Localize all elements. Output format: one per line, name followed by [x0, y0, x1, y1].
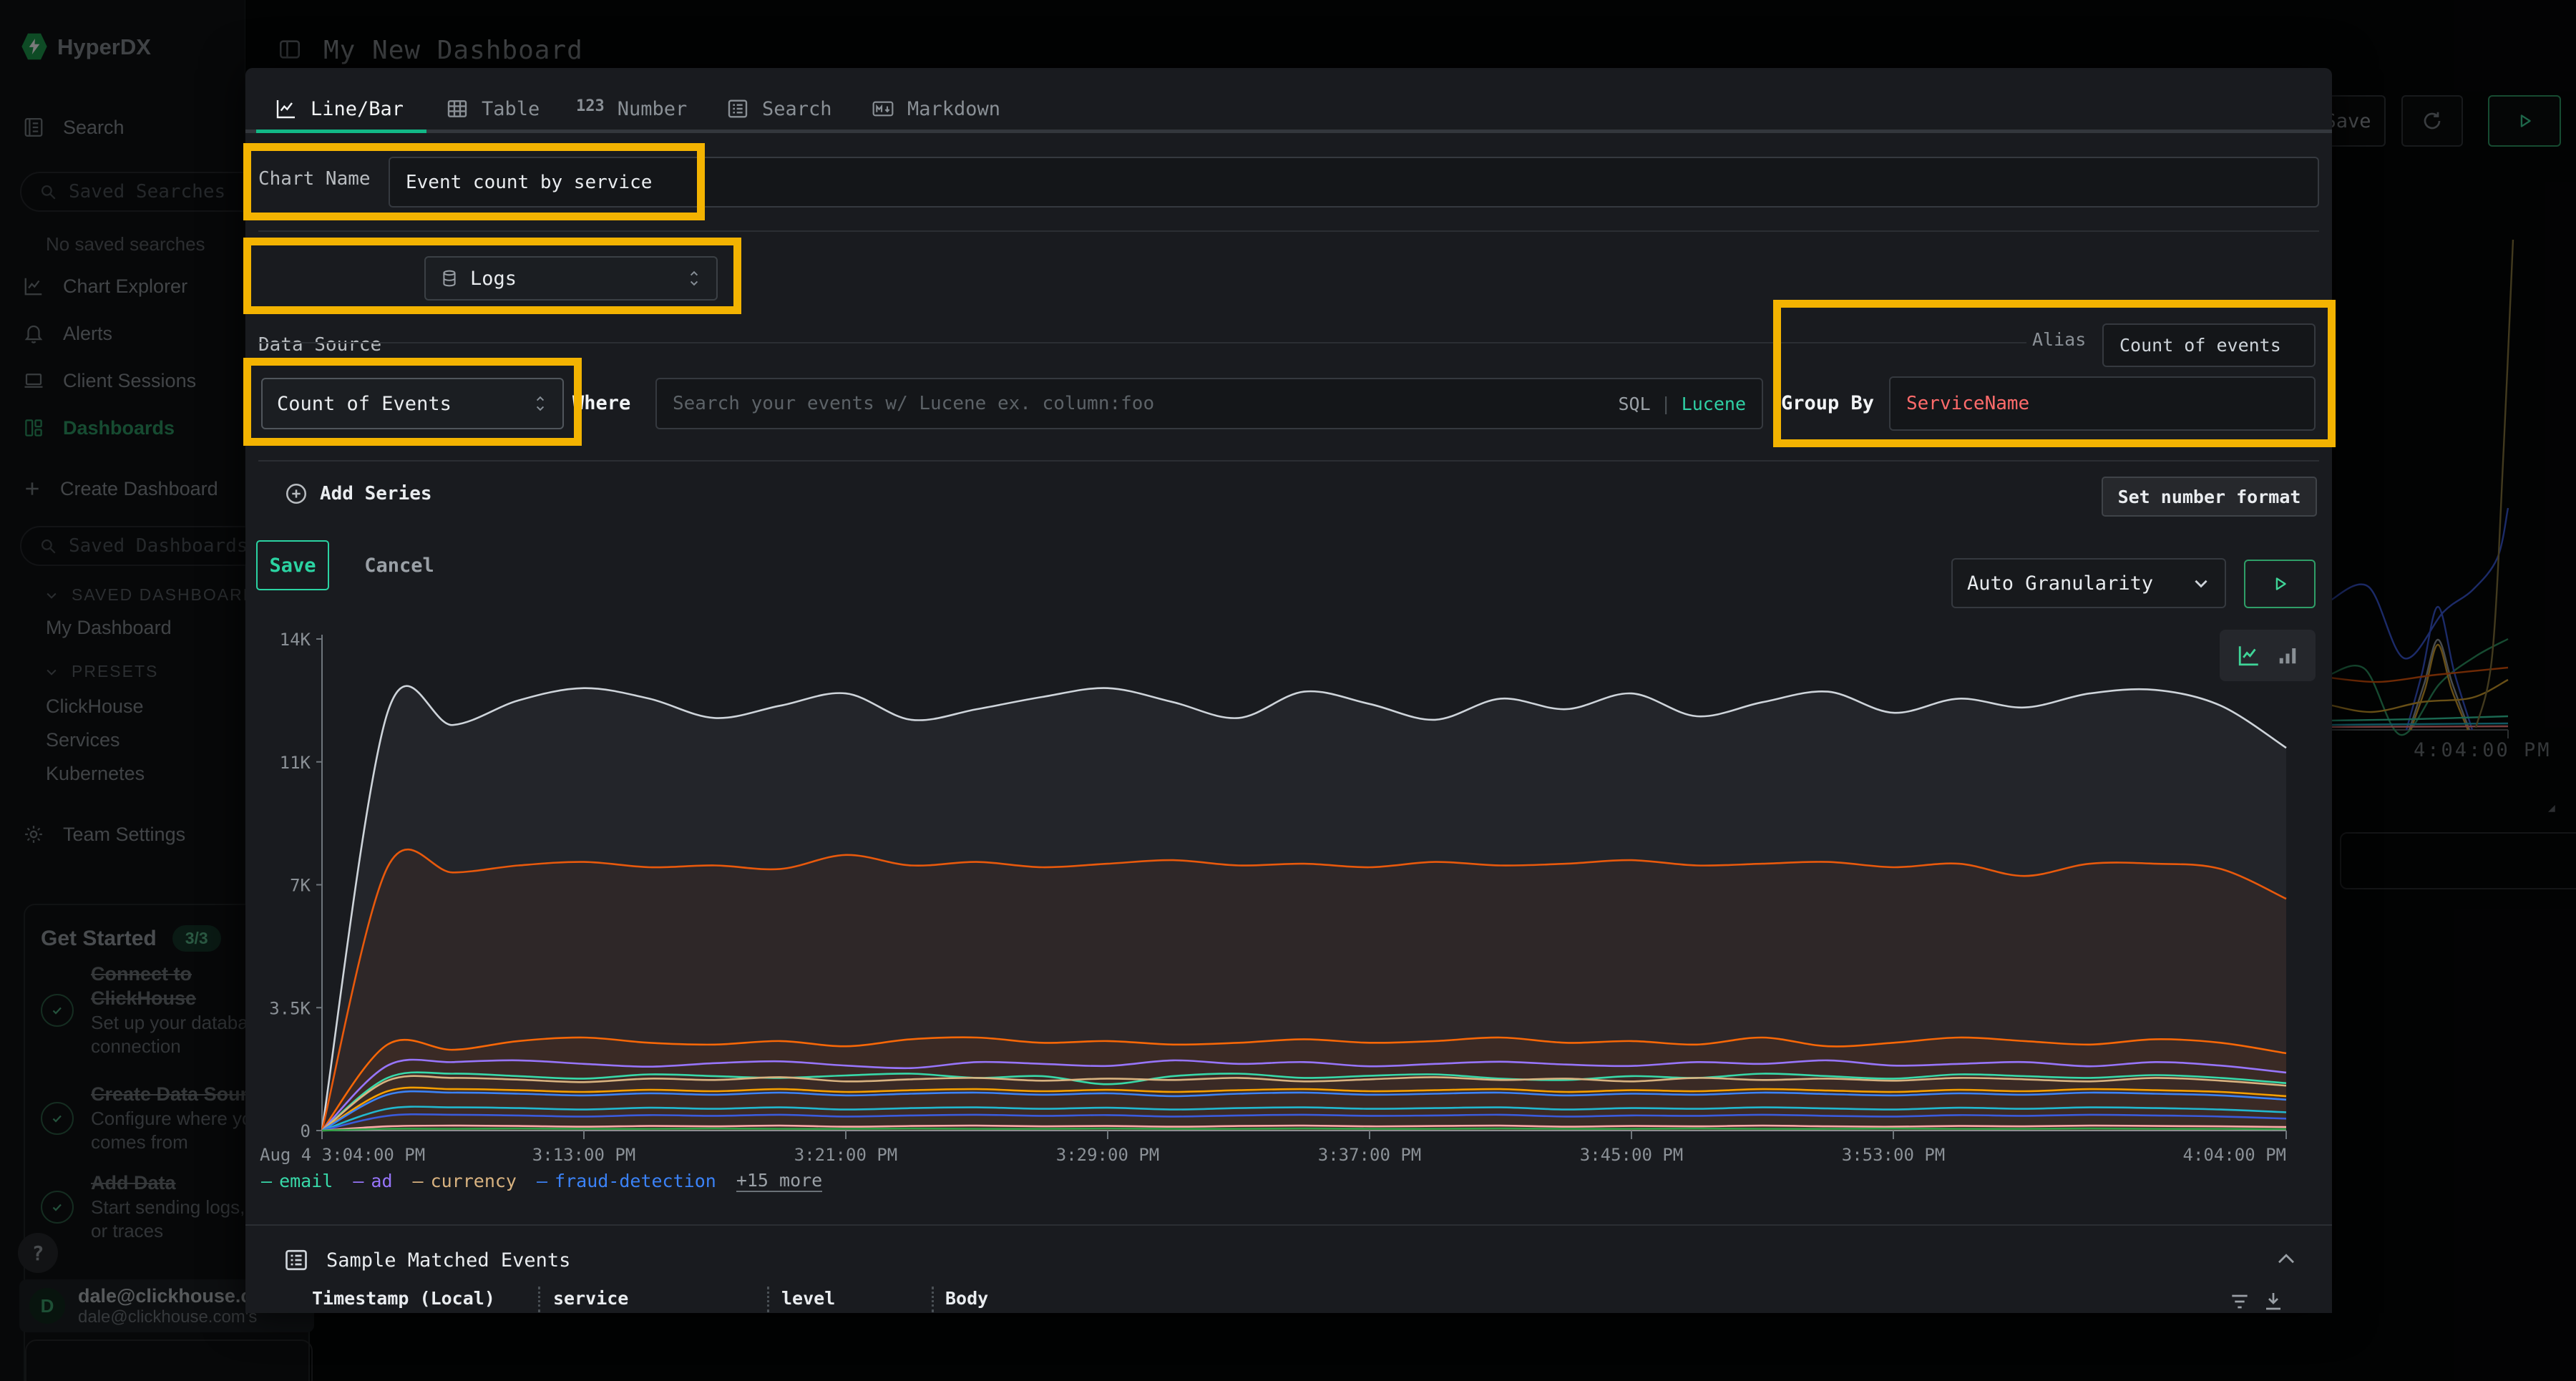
legend-item-email[interactable]: — email — [261, 1170, 333, 1192]
legend-swatch: — — [353, 1171, 364, 1191]
column-separator[interactable] — [538, 1287, 540, 1312]
preview-chart: 0 3.5K 7K 11K 14K Aug 4 3:04:00 PM 3:13:00 PM 3… — [258, 615, 2318, 1181]
column-header-level[interactable]: level — [781, 1288, 835, 1309]
legend-label: email — [279, 1171, 333, 1191]
where-label: Where — [572, 392, 630, 414]
legend-more-link[interactable]: +15 more — [736, 1170, 822, 1192]
sample-events-header[interactable]: Sample Matched Events — [283, 1247, 570, 1273]
data-source-label: Data Source — [258, 334, 381, 356]
tab-line-bar[interactable]: Line/Bar — [275, 88, 404, 130]
column-separator[interactable] — [767, 1287, 769, 1312]
legend-label: fraud-detection — [555, 1171, 716, 1191]
chart-editor-modal: Line/Bar Table 123 Number Search Markdown Cha… — [245, 68, 2332, 1313]
svg-text:3:13:00 PM: 3:13:00 PM — [532, 1145, 636, 1165]
tab-number[interactable]: 123 Number — [576, 88, 687, 130]
chart-legend: — email — ad — currency — fraud-detection +15 mo… — [261, 1170, 822, 1192]
svg-text:3:21:00 PM: 3:21:00 PM — [794, 1145, 898, 1165]
column-header-service[interactable]: service — [553, 1288, 628, 1309]
number-123-icon: 123 — [576, 97, 605, 120]
save-button[interactable]: Save — [256, 540, 329, 590]
legend-swatch: — — [413, 1171, 424, 1191]
granularity-select[interactable]: Auto Granularity — [1951, 558, 2226, 608]
tab-label: Markdown — [907, 98, 1000, 120]
legend-item-ad[interactable]: — ad — [353, 1170, 392, 1192]
svg-text:4:04:00 PM: 4:04:00 PM — [2183, 1145, 2287, 1165]
svg-text:3:45:00 PM: 3:45:00 PM — [1580, 1145, 1684, 1165]
tabbar-rule — [245, 130, 2332, 133]
alias-input[interactable] — [2102, 323, 2316, 367]
chevron-down-icon — [2192, 574, 2210, 592]
svg-text:7K: 7K — [290, 876, 311, 896]
filter-columns-icon[interactable] — [2228, 1290, 2251, 1313]
svg-text:14K: 14K — [280, 630, 311, 650]
sample-events-title: Sample Matched Events — [326, 1249, 570, 1272]
svg-text:3:53:00 PM: 3:53:00 PM — [1842, 1145, 1946, 1165]
set-number-format-button[interactable]: Set number format — [2102, 477, 2317, 517]
legend-label: ad — [371, 1171, 392, 1191]
legend-swatch: — — [537, 1171, 547, 1191]
where-placeholder: Search your events w/ Lucene ex. column:… — [673, 393, 1154, 414]
cancel-button[interactable]: Cancel — [353, 540, 446, 590]
where-input[interactable]: Search your events w/ Lucene ex. column:… — [655, 378, 1763, 429]
select-chevrons-icon — [686, 268, 702, 289]
lucene-mode-toggle[interactable]: Lucene — [1682, 394, 1746, 414]
active-tab-underline — [256, 130, 426, 133]
group-by-input[interactable] — [1889, 376, 2316, 431]
chart-name-input[interactable] — [389, 157, 2319, 208]
mode-separator: | — [1661, 394, 1672, 414]
series-rule — [258, 342, 2026, 343]
tab-markdown[interactable]: Markdown — [872, 88, 1000, 130]
app-window: HyperDX Search Saved Searches No saved s… — [0, 0, 2576, 1381]
database-icon — [440, 268, 459, 288]
tab-table[interactable]: Table — [446, 88, 540, 130]
line-icon — [275, 97, 298, 120]
tab-label: Number — [618, 98, 688, 120]
tab-label: Search — [762, 98, 832, 120]
legend-label: currency — [431, 1171, 517, 1191]
group-by-label: Group By — [1781, 392, 1874, 414]
chart-name-label: Chart Name — [258, 168, 371, 190]
table-icon — [446, 97, 469, 120]
plus-circle-icon — [284, 482, 308, 506]
data-source-value: Logs — [470, 268, 517, 290]
legend-item--15-more[interactable]: +15 more — [736, 1170, 822, 1192]
tab-label: Table — [482, 98, 540, 120]
legend-item-currency[interactable]: — currency — [413, 1170, 517, 1192]
svg-text:Aug 4 3:04:00 PM: Aug 4 3:04:00 PM — [260, 1145, 425, 1165]
collapse-section-icon[interactable] — [2275, 1250, 2297, 1266]
legend-swatch: — — [261, 1171, 272, 1191]
svg-text:0: 0 — [301, 1121, 311, 1141]
run-chart-button[interactable] — [2244, 560, 2316, 608]
select-chevrons-icon — [532, 393, 548, 414]
download-icon[interactable] — [2262, 1290, 2285, 1313]
add-series-button[interactable]: Add Series — [284, 482, 432, 506]
play-icon — [2270, 574, 2290, 594]
column-header-timestamp-local-[interactable]: Timestamp (Local) — [312, 1288, 495, 1309]
alias-label: Alias — [2032, 329, 2086, 350]
aggregation-value: Count of Events — [277, 393, 452, 415]
list-icon — [283, 1247, 309, 1273]
divider — [245, 1224, 2332, 1226]
svg-text:3:37:00 PM: 3:37:00 PM — [1318, 1145, 1422, 1165]
column-header-body[interactable]: Body — [945, 1288, 988, 1309]
divider — [258, 230, 2319, 232]
aggregation-select[interactable]: Count of Events — [261, 378, 564, 429]
column-separator[interactable] — [932, 1287, 934, 1312]
sql-mode-toggle[interactable]: SQL — [1618, 394, 1650, 414]
tab-search[interactable]: Search — [726, 88, 832, 130]
legend-item-fraud-detection[interactable]: — fraud-detection — [537, 1170, 716, 1192]
divider — [258, 460, 2319, 462]
add-series-label: Add Series — [320, 483, 432, 504]
svg-text:3:29:00 PM: 3:29:00 PM — [1056, 1145, 1160, 1165]
svg-text:3.5K: 3.5K — [269, 998, 311, 1018]
list-icon — [726, 97, 749, 120]
granularity-value: Auto Granularity — [1967, 572, 2153, 595]
data-source-select[interactable]: Logs — [424, 256, 718, 301]
tab-label: Line/Bar — [311, 98, 404, 120]
markdown-icon — [872, 97, 894, 120]
svg-text:11K: 11K — [280, 753, 311, 773]
